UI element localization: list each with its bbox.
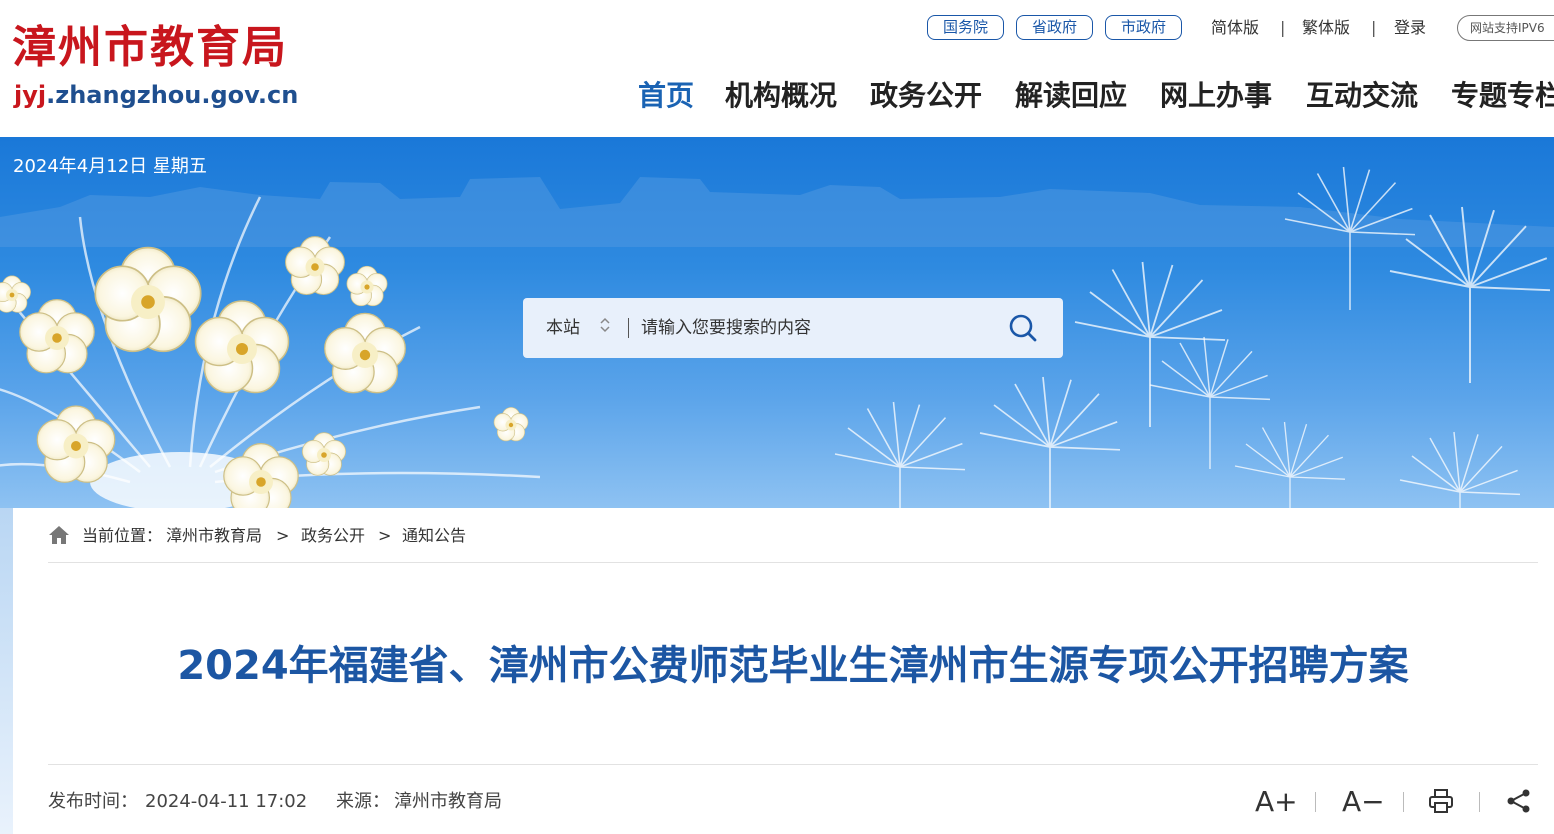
top-separator: | xyxy=(1280,18,1286,37)
link-state-council[interactable]: 国务院 xyxy=(927,15,1004,40)
search-box: 本站 xyxy=(523,298,1063,358)
site-logo-url-rest: .zhangzhou.gov.cn xyxy=(46,81,299,109)
search-divider xyxy=(628,318,629,338)
article-title: 2024年福建省、漳州市公费师范毕业生漳州市生源专项公开招聘方案 xyxy=(177,643,1409,689)
print-icon[interactable] xyxy=(1428,788,1454,820)
nav-interaction[interactable]: 互动交流 xyxy=(1306,74,1418,118)
site-header: 漳州市教育局 jyj.zhangzhou.gov.cn 国务院 省政府 市政府 … xyxy=(0,0,1554,137)
source-label: 来源： xyxy=(336,791,390,812)
nav-interpretation[interactable]: 解读回应 xyxy=(1015,74,1127,118)
link-province-gov[interactable]: 省政府 xyxy=(1016,15,1093,40)
top-separator: | xyxy=(1371,18,1377,37)
nav-home[interactable]: 首页 xyxy=(638,74,694,118)
divider xyxy=(48,562,1538,563)
breadcrumb-separator: > xyxy=(378,526,392,545)
publish-time: 2024-04-11 17:02 xyxy=(145,791,308,812)
breadcrumb-label: 当前位置： xyxy=(82,526,163,545)
login-link[interactable]: 登录 xyxy=(1394,15,1426,40)
link-city-gov[interactable]: 市政府 xyxy=(1105,15,1182,40)
tool-separator xyxy=(1479,792,1480,812)
home-icon[interactable] xyxy=(48,525,70,545)
divider xyxy=(48,764,1538,765)
font-increase-button[interactable]: A+ xyxy=(1255,786,1298,818)
left-decoration xyxy=(0,508,13,834)
font-decrease-button[interactable]: A− xyxy=(1342,786,1385,818)
share-icon[interactable] xyxy=(1506,788,1532,820)
lang-traditional-link[interactable]: 繁体版 xyxy=(1302,15,1350,40)
hero-banner: 2024年4月12日 星期五 本站 xyxy=(0,137,1554,508)
search-icon[interactable] xyxy=(1007,312,1039,344)
search-input[interactable] xyxy=(641,312,991,344)
current-date: 2024年4月12日 星期五 xyxy=(13,156,207,177)
breadcrumb-item-notices[interactable]: 通知公告 xyxy=(402,524,466,548)
tool-separator xyxy=(1403,792,1404,812)
breadcrumb-separator: > xyxy=(276,526,290,545)
source: 漳州市教育局 xyxy=(394,791,502,812)
nav-online-services[interactable]: 网上办事 xyxy=(1160,74,1272,118)
site-logo-url-highlight: jyj xyxy=(14,81,47,109)
lang-simplified-link[interactable]: 简体版 xyxy=(1211,15,1259,40)
breadcrumb-item-gov-affairs[interactable]: 政务公开 xyxy=(301,524,365,548)
nav-special-topics[interactable]: 专题专栏 xyxy=(1451,74,1554,118)
breadcrumb-item-bureau[interactable]: 漳州市教育局 xyxy=(166,524,262,548)
publish-time-label: 发布时间： xyxy=(48,791,138,812)
ipv6-badge: 网站支持IPV6 xyxy=(1457,15,1554,41)
site-logo-title[interactable]: 漳州市教育局 xyxy=(12,18,288,78)
nav-gov-affairs[interactable]: 政务公开 xyxy=(870,74,982,118)
search-scope-select[interactable]: 本站 xyxy=(546,316,580,340)
tool-separator xyxy=(1315,792,1316,812)
nav-organization[interactable]: 机构概况 xyxy=(725,74,837,118)
site-logo-url[interactable]: jyj.zhangzhou.gov.cn xyxy=(14,78,298,112)
